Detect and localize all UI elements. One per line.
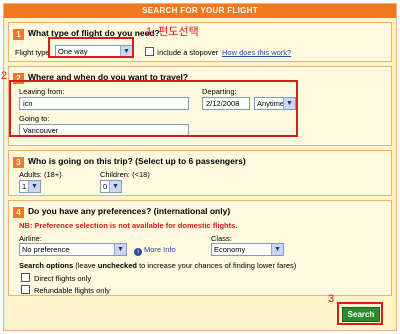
- airline-select[interactable]: No preference ▼: [19, 243, 127, 256]
- direct-flights-label: Direct flights only: [34, 274, 92, 283]
- section-number: 3: [13, 157, 24, 168]
- annotation-box-search: [337, 302, 383, 325]
- panel-header: SEARCH FOR YOUR FLIGHT: [4, 4, 396, 18]
- annotation-step3: 3: [328, 293, 335, 305]
- adults-select[interactable]: 1 ▼: [19, 180, 41, 193]
- domestic-note: NB: Preference selection is not availabl…: [19, 221, 238, 230]
- airline-label: Airline:: [19, 234, 42, 243]
- section-title: 3 Who is going on this trip? (Select up t…: [13, 156, 246, 168]
- airline-value: No preference: [22, 245, 70, 254]
- how-does-this-work-link[interactable]: How does this work?: [222, 48, 291, 57]
- stopover-label: Include a stopover: [157, 48, 219, 57]
- more-info-text: More Info: [144, 245, 176, 254]
- annotation-box-flight-type: [48, 37, 134, 58]
- flight-type-label: Flight type: [15, 48, 50, 57]
- search-options-part: (leave: [73, 261, 98, 270]
- class-label: Class:: [211, 234, 232, 243]
- section-preferences: 4 Do you have any preferences? (internati…: [8, 200, 392, 296]
- annotation-box-travel: [9, 80, 298, 137]
- refundable-flights-checkbox[interactable]: [21, 285, 30, 294]
- children-label: Children: (<18): [100, 170, 150, 179]
- chevron-down-icon: ▼: [28, 181, 40, 192]
- refundable-flights-label: Refundable flights only: [34, 286, 110, 295]
- children-select[interactable]: 0 ▼: [100, 180, 122, 193]
- chevron-down-icon: ▼: [109, 181, 121, 192]
- annotation-step2: 2: [1, 70, 8, 82]
- section-number: 4: [13, 207, 24, 218]
- search-options-part: to increase your chances of finding lowe…: [136, 261, 297, 270]
- search-options-heading: Search options: [19, 261, 74, 270]
- section-passengers: 3 Who is going on this trip? (Select up t…: [8, 150, 392, 196]
- section-number: 1: [13, 29, 24, 40]
- chevron-down-icon: ▼: [114, 244, 126, 255]
- section-title-text: Do you have any preferences? (internatio…: [28, 206, 231, 216]
- more-info-link[interactable]: i More Info: [134, 245, 176, 256]
- section-title-text: Who is going on this trip? (Select up to…: [28, 156, 246, 166]
- section-title: 4 Do you have any preferences? (internati…: [13, 206, 230, 218]
- chevron-down-icon: ▼: [271, 244, 283, 255]
- search-options-unchecked: unchecked: [97, 261, 137, 270]
- adults-value: 1: [22, 182, 27, 191]
- annotation-step1: 1. 편도선택: [146, 26, 199, 38]
- search-options-text: Search options (leave unchecked to incre…: [19, 261, 296, 270]
- class-value: Economy: [214, 245, 246, 254]
- children-value: 0: [103, 182, 108, 191]
- direct-flights-checkbox[interactable]: [21, 273, 30, 282]
- info-icon: i: [134, 248, 142, 256]
- class-select[interactable]: Economy ▼: [211, 243, 284, 256]
- stopover-checkbox[interactable]: [145, 47, 154, 56]
- adults-label: Adults: (18+): [19, 170, 62, 179]
